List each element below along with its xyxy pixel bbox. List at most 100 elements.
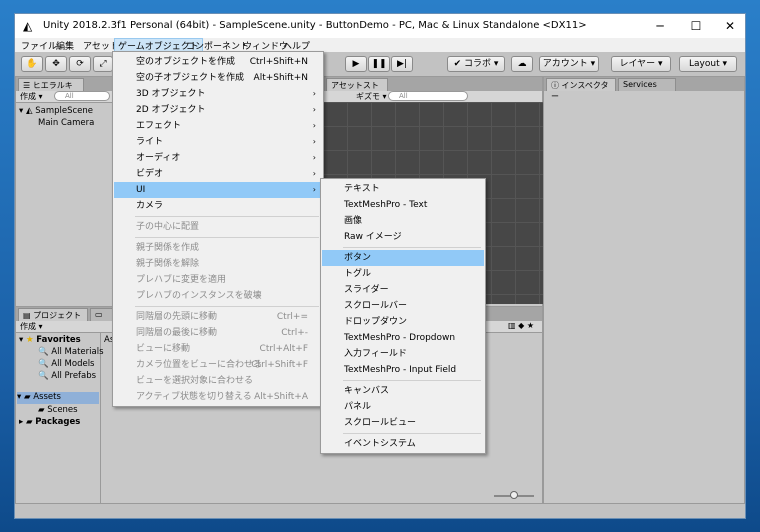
collab-check-icon: ✔: [453, 59, 462, 69]
ui-submenu-item[interactable]: TextMeshPro - Text: [322, 197, 484, 213]
favorites-item[interactable]: ▾ ★ Favorites: [19, 335, 81, 345]
services-tab-label: Services: [623, 80, 657, 89]
menu-separator: [343, 380, 481, 381]
scene-root-item[interactable]: ▾ ◭ SampleScene: [19, 106, 93, 116]
project-filter-icons[interactable]: ▥ ◆ ★: [508, 321, 534, 330]
gameobject-menu-item[interactable]: 3D オブジェクト ›: [114, 86, 322, 102]
menu-edit[interactable]: 編集: [53, 39, 77, 52]
gameobject-menu-item-shortcut: Alt+Shift+A: [254, 392, 308, 402]
ui-submenu-item[interactable]: トグル: [322, 266, 484, 282]
layers-label: レイヤー: [619, 59, 656, 69]
gameobject-menu-item-label: 3D オブジェクト: [136, 89, 206, 99]
fav-item-label: All Models: [51, 359, 95, 369]
tab-services[interactable]: Services: [618, 78, 676, 91]
account-label: アカウント: [542, 59, 588, 69]
ui-submenu-item-label: TextMeshPro - Input Field: [344, 365, 457, 375]
move-tool-icon[interactable]: ✥: [45, 56, 67, 72]
gameobject-menu-item[interactable]: ビデオ ›: [114, 166, 322, 182]
hierarchy-item-main-camera[interactable]: Main Camera: [38, 118, 94, 128]
packages-folder-item[interactable]: ▸ ▰ Packages: [19, 417, 80, 427]
favorite-all-prefabs[interactable]: 🔍 All Prefabs: [38, 371, 96, 381]
hand-tool-icon[interactable]: ✋: [21, 56, 43, 72]
ui-submenu-item[interactable]: TextMeshPro - Dropdown: [322, 330, 484, 346]
close-button[interactable]: ✕: [717, 17, 743, 35]
layers-dropdown[interactable]: レイヤー ▾: [611, 56, 671, 72]
ui-submenu-item[interactable]: ドロップダウン: [322, 314, 484, 330]
scene-search-input[interactable]: All: [388, 91, 468, 101]
ui-submenu-item-label: Raw イメージ: [344, 232, 402, 242]
ui-submenu-item[interactable]: テキスト: [322, 181, 484, 197]
cloud-icon[interactable]: ☁: [511, 56, 533, 72]
gameobject-menu-item-label: プレハブに変更を適用: [136, 275, 227, 285]
gameobject-menu-item: アクティブ状態を切り替える Alt+Shift+A: [114, 389, 322, 405]
rotate-tool-icon[interactable]: ⟳: [69, 56, 91, 72]
slider-handle[interactable]: [510, 491, 518, 499]
gizmos-dropdown[interactable]: ギズモ ▾: [356, 91, 387, 102]
tab-hierarchy[interactable]: ☰ ヒエラルキー: [18, 78, 84, 101]
gameobject-menu-item-label: 親子関係を解除: [136, 259, 200, 269]
gameobject-menu-item[interactable]: カメラ: [114, 198, 322, 214]
gameobject-menu-item[interactable]: 空のオブジェクトを作成 Ctrl+Shift+N: [114, 54, 322, 70]
tab-asset-store[interactable]: アセットストア: [326, 78, 388, 101]
gameobject-menu-item[interactable]: UI ›: [114, 182, 322, 198]
folder-icon: ▰: [38, 405, 45, 415]
ui-submenu-item-label: ボタン: [344, 253, 372, 263]
gameobject-menu-item[interactable]: 空の子オブジェクトを作成 Alt+Shift+N: [114, 70, 322, 86]
search-icon: 🔍: [38, 347, 49, 357]
minimize-button[interactable]: ─: [647, 17, 673, 35]
hierarchy-create-label: 作成: [20, 92, 36, 101]
favorite-all-models[interactable]: 🔍 All Models: [38, 359, 95, 369]
ui-submenu-item[interactable]: TextMeshPro - Input Field: [322, 362, 484, 378]
submenu-arrow-icon: ›: [312, 169, 316, 178]
ui-submenu-item[interactable]: ボタン: [322, 250, 484, 266]
account-dropdown[interactable]: アカウント ▾: [539, 56, 599, 72]
menu-separator: [343, 433, 481, 434]
hierarchy-tabstrip: ☰ ヒエラルキー: [16, 77, 114, 101]
hierarchy-create-button[interactable]: 作成 ▾: [20, 91, 43, 102]
title-bar: ◭ Unity 2018.2.3f1 Personal (64bit) - Sa…: [15, 14, 745, 38]
gameobject-menu-item[interactable]: エフェクト ›: [114, 118, 322, 134]
ui-submenu-item[interactable]: キャンバス: [322, 383, 484, 399]
ui-submenu-item[interactable]: スライダー: [322, 282, 484, 298]
project-create-button[interactable]: 作成 ▾: [20, 321, 43, 332]
project-create-label: 作成: [20, 322, 36, 331]
assets-folder-item[interactable]: ▾ ▰ Assets: [17, 392, 99, 404]
collab-dropdown[interactable]: ✔ コラボ ▾: [447, 56, 505, 72]
scenes-folder-item[interactable]: ▰ Scenes: [38, 405, 78, 415]
step-button[interactable]: ▶|: [391, 56, 413, 72]
submenu-arrow-icon: ›: [312, 137, 316, 146]
gameobject-menu-item-label: ライト: [136, 137, 164, 147]
tab-inspector[interactable]: ⓘ インスペクター: [546, 78, 616, 101]
hierarchy-search-input[interactable]: All: [54, 91, 110, 101]
scale-tool-icon[interactable]: ⤢: [93, 56, 113, 72]
ui-submenu-item-label: TextMeshPro - Dropdown: [344, 333, 456, 343]
gameobject-menu-item: プレハブに変更を適用: [114, 272, 322, 288]
gameobject-menu-item-shortcut: Ctrl+Shift+N: [249, 57, 308, 67]
gameobject-menu: 空のオブジェクトを作成 Ctrl+Shift+N 空の子オブジェクトを作成 Alt+S…: [112, 51, 324, 407]
gameobject-menu-item[interactable]: オーディオ ›: [114, 150, 322, 166]
gameobject-menu-item[interactable]: 2D オブジェクト ›: [114, 102, 322, 118]
gameobject-menu-item[interactable]: ライト ›: [114, 134, 322, 150]
ui-submenu-item[interactable]: イベントシステム: [322, 436, 484, 452]
ui-submenu-item[interactable]: 入力フィールド: [322, 346, 484, 362]
hierarchy-panel: ☰ ヒエラルキー 作成 ▾ All ▾ ◭ SampleScene Main C…: [15, 76, 115, 308]
ui-submenu-item[interactable]: Raw イメージ: [322, 229, 484, 245]
favorite-all-materials[interactable]: 🔍 All Materials: [38, 347, 104, 357]
ui-submenu-item-label: ドロップダウン: [344, 317, 408, 327]
scene-root-label: SampleScene: [35, 106, 94, 116]
scenes-folder-label: Scenes: [47, 405, 78, 415]
pause-button[interactable]: ❚❚: [368, 56, 390, 72]
menu-separator: [135, 306, 319, 307]
maximize-button[interactable]: ☐: [683, 17, 709, 35]
ui-submenu: テキスト TextMeshPro - Text 画像 Raw イメージ ボタントグル スラ…: [320, 178, 486, 454]
tab-project[interactable]: ▤ プロジェクト: [18, 308, 88, 321]
ui-submenu-item[interactable]: 画像: [322, 213, 484, 229]
gameobject-menu-item-label: ビューを選択対象に合わせる: [136, 376, 254, 386]
ui-submenu-item[interactable]: パネル: [322, 399, 484, 415]
ui-submenu-item[interactable]: スクロールビュー: [322, 415, 484, 431]
gameobject-menu-item: 親子関係を作成: [114, 240, 322, 256]
play-button[interactable]: ▶: [345, 56, 367, 72]
gameobject-menu-item: 同階層の先頭に移動 Ctrl+=: [114, 309, 322, 325]
ui-submenu-item[interactable]: スクロールバー: [322, 298, 484, 314]
layout-dropdown[interactable]: Layout ▾: [679, 56, 737, 72]
